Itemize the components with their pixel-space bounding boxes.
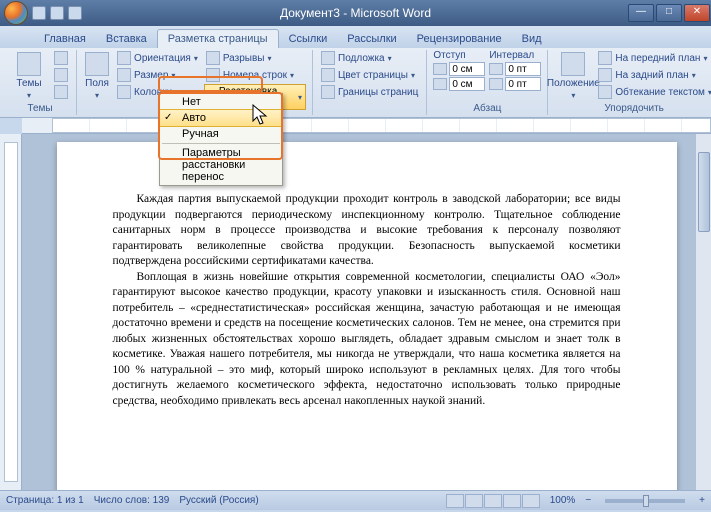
vertical-ruler[interactable] xyxy=(0,134,22,490)
bring-front-button[interactable]: На передний план ▾ xyxy=(596,50,711,66)
margins-icon xyxy=(85,52,109,76)
indent-left-input[interactable] xyxy=(449,62,485,76)
status-bar: Страница: 1 из 1 Число слов: 139 Русский… xyxy=(0,490,711,510)
ribbon: Темы▾ Темы Поля▾ Ориентация ▾ Размер ▾ К… xyxy=(0,48,711,118)
tab-review[interactable]: Рецензирование xyxy=(407,30,512,48)
orientation-button[interactable]: Ориентация ▾ xyxy=(115,50,200,66)
zoom-in[interactable]: + xyxy=(699,495,705,506)
tab-page-layout[interactable]: Разметка страницы xyxy=(157,29,279,48)
undo-icon[interactable] xyxy=(50,6,64,20)
view-full-screen[interactable] xyxy=(465,494,483,508)
breaks-button[interactable]: Разрывы ▾ xyxy=(204,50,306,66)
back-icon xyxy=(598,68,612,82)
group-themes: Темы▾ Темы xyxy=(4,50,77,115)
tab-home[interactable]: Главная xyxy=(34,30,96,48)
vertical-scrollbar[interactable] xyxy=(695,134,711,490)
view-web[interactable] xyxy=(484,494,502,508)
horizontal-ruler[interactable] xyxy=(22,118,711,134)
indent-right-input[interactable] xyxy=(449,77,485,91)
theme-colors-button[interactable] xyxy=(52,50,70,66)
menu-separator xyxy=(162,143,280,144)
front-icon xyxy=(598,51,612,65)
theme-fonts-button[interactable] xyxy=(52,67,70,83)
page-color-button[interactable]: Цвет страницы ▾ xyxy=(319,67,420,83)
minimize-button[interactable]: — xyxy=(628,4,654,22)
fonts-icon xyxy=(54,68,68,82)
wrap-icon xyxy=(598,85,612,99)
space-after-input[interactable] xyxy=(505,77,541,91)
status-words[interactable]: Число слов: 139 xyxy=(94,495,170,506)
close-button[interactable]: ✕ xyxy=(684,4,710,22)
tab-references[interactable]: Ссылки xyxy=(279,30,338,48)
colors-icon xyxy=(54,51,68,65)
page-borders-button[interactable]: Границы страниц xyxy=(319,84,420,100)
tab-insert[interactable]: Вставка xyxy=(96,30,157,48)
effects-icon xyxy=(54,85,68,99)
line-numbers-icon xyxy=(206,68,220,82)
zoom-slider[interactable] xyxy=(605,499,685,503)
margins-button[interactable]: Поля▾ xyxy=(83,50,111,100)
quick-access-toolbar xyxy=(32,6,82,20)
save-icon[interactable] xyxy=(32,6,46,20)
group-page-background: Подложка ▾ Цвет страницы ▾ Границы стран… xyxy=(313,50,427,115)
group-paragraph: Отступ Интервал Абзац xyxy=(427,50,548,115)
themes-icon xyxy=(17,52,41,76)
position-icon xyxy=(561,52,585,76)
page[interactable]: Каждая партия выпускаемой продукции прох… xyxy=(57,142,677,490)
view-draft[interactable] xyxy=(522,494,540,508)
ribbon-tabs: Главная Вставка Разметка страницы Ссылки… xyxy=(0,26,711,48)
hyph-options[interactable]: Параметры расстановки перенос xyxy=(160,145,282,185)
send-back-button[interactable]: На задний план ▾ xyxy=(596,67,711,83)
indent-left-icon xyxy=(433,63,447,75)
space-before-input[interactable] xyxy=(505,62,541,76)
view-outline[interactable] xyxy=(503,494,521,508)
group-arrange: Положение▾ На передний план ▾ На задний … xyxy=(548,50,711,115)
tab-view[interactable]: Вид xyxy=(512,30,552,48)
size-button[interactable]: Размер ▾ xyxy=(115,67,200,83)
themes-button[interactable]: Темы▾ xyxy=(10,50,48,100)
space-after-icon xyxy=(489,78,503,90)
watermark-button[interactable]: Подложка ▾ xyxy=(319,50,420,66)
columns-icon xyxy=(117,85,131,99)
status-page[interactable]: Страница: 1 из 1 xyxy=(6,495,84,506)
window-title: Документ3 - Microsoft Word xyxy=(280,6,431,20)
orientation-icon xyxy=(117,51,131,65)
space-before-icon xyxy=(489,63,503,75)
maximize-button[interactable]: □ xyxy=(656,4,682,22)
line-numbers-button[interactable]: Номера строк ▾ xyxy=(204,67,306,83)
zoom-thumb[interactable] xyxy=(643,495,649,507)
page-color-icon xyxy=(321,68,335,82)
status-language[interactable]: Русский (Россия) xyxy=(179,495,258,506)
position-button[interactable]: Положение▾ xyxy=(554,50,592,100)
zoom-level[interactable]: 100% xyxy=(550,495,576,506)
hyph-manual[interactable]: Ручная xyxy=(160,126,282,142)
indent-right-icon xyxy=(433,78,447,90)
hyph-none[interactable]: Нет xyxy=(160,94,282,110)
paragraph-2[interactable]: Воплощая в жизнь новейшие открытия совре… xyxy=(113,270,621,410)
paragraph-1[interactable]: Каждая партия выпускаемой продукции прох… xyxy=(113,192,621,270)
watermark-icon xyxy=(321,51,335,65)
tab-mailings[interactable]: Рассылки xyxy=(337,30,406,48)
text-wrap-button[interactable]: Обтекание текстом ▾ xyxy=(596,84,711,100)
view-buttons xyxy=(446,494,540,508)
check-icon: ✓ xyxy=(164,112,172,123)
hyphenation-menu: Нет ✓Авто Ручная Параметры расстановки п… xyxy=(159,93,283,186)
title-bar: Документ3 - Microsoft Word — □ ✕ xyxy=(0,0,711,26)
theme-effects-button[interactable] xyxy=(52,84,70,100)
breaks-icon xyxy=(206,51,220,65)
page-borders-icon xyxy=(321,85,335,99)
view-print-layout[interactable] xyxy=(446,494,464,508)
zoom-out[interactable]: − xyxy=(585,495,591,506)
redo-icon[interactable] xyxy=(68,6,82,20)
hyph-auto[interactable]: ✓Авто xyxy=(159,109,283,127)
scrollbar-thumb[interactable] xyxy=(698,152,710,232)
size-icon xyxy=(117,68,131,82)
document-area[interactable]: Каждая партия выпускаемой продукции прох… xyxy=(22,134,711,490)
office-button[interactable] xyxy=(4,1,28,25)
